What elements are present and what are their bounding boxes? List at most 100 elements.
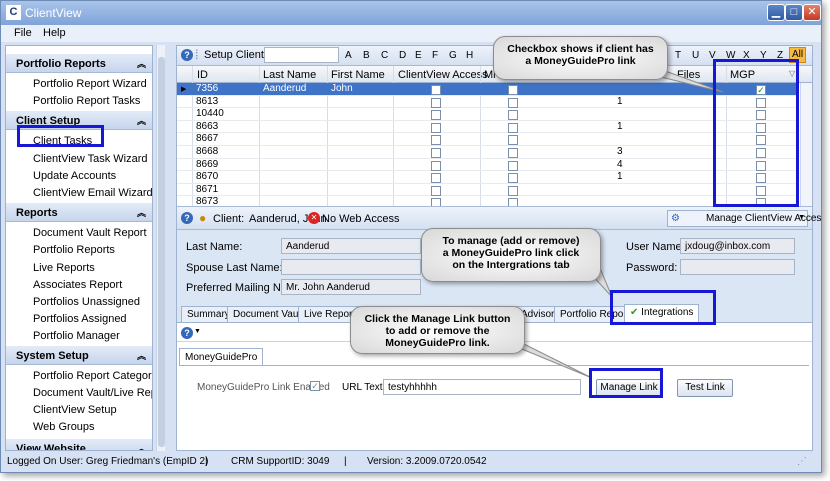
mi-checkbox[interactable] (508, 110, 518, 121)
mi-checkbox[interactable] (508, 160, 518, 171)
cell-files: 1 (617, 120, 623, 132)
sidebar-item-portfolio-report-tasks[interactable]: Portfolio Report Tasks (33, 95, 140, 107)
help-icon[interactable]: ? (181, 212, 193, 224)
table-row[interactable]: 8663 1 (177, 121, 799, 134)
sidebar-scrollbar[interactable] (156, 45, 165, 451)
mailing-field[interactable]: Mr. John Aanderud (281, 279, 421, 295)
sidebar-section-system-setup[interactable]: System Setup ︽ (6, 346, 152, 365)
clientview-access-checkbox[interactable] (431, 110, 441, 121)
no-access-icon: ✕ (308, 212, 320, 224)
table-row[interactable]: 8673 (177, 196, 799, 206)
clientview-access-checkbox[interactable] (431, 85, 441, 95)
mi-checkbox[interactable] (508, 122, 518, 133)
letter-t[interactable]: T (675, 50, 681, 61)
letter-b[interactable]: B (363, 50, 370, 61)
mi-checkbox[interactable] (508, 185, 518, 196)
sidebar-item-clientview-setup[interactable]: ClientView Setup (33, 404, 117, 416)
sidebar-item-portfolio-report-categories[interactable]: Portfolio Report Categories.. (33, 370, 152, 382)
sidebar-item-associates-report[interactable]: Associates Report (33, 279, 122, 291)
minimize-button[interactable]: ▁ (767, 4, 785, 21)
letter-c[interactable]: C (381, 50, 388, 61)
mi-checkbox[interactable] (508, 97, 518, 108)
menu-help[interactable]: Help (43, 27, 66, 39)
collapse-icon[interactable]: ︽ (137, 57, 146, 70)
spouse-field[interactable] (281, 259, 421, 275)
help-icon[interactable]: ? (181, 49, 193, 61)
col-files[interactable]: Files (677, 69, 700, 81)
sidebar-item-portfolio-manager[interactable]: Portfolio Manager (33, 330, 120, 342)
sidebar-item-clientview-task-wizard[interactable]: ClientView Task Wizard (33, 153, 148, 165)
sidebar-section-portfolio-reports[interactable]: Portfolio Reports ︽ (6, 54, 152, 73)
sidebar-section-view-website[interactable]: View Website ︽ (6, 439, 152, 450)
mi-checkbox[interactable] (508, 85, 518, 95)
clientview-access-checkbox[interactable] (431, 97, 441, 108)
collapse-icon[interactable]: ︽ (137, 442, 146, 450)
user-name-field[interactable]: jxdoug@inbox.com (680, 238, 795, 254)
collapse-icon[interactable]: ︽ (137, 349, 146, 362)
scroll-thumb[interactable] (158, 57, 165, 447)
clientview-access-checkbox[interactable] (431, 173, 441, 184)
search-input[interactable] (264, 47, 339, 63)
link-enabled-checkbox[interactable]: ✓ (310, 381, 320, 391)
letter-f[interactable]: F (432, 50, 438, 61)
menu-file[interactable]: File (14, 27, 32, 39)
table-row[interactable]: 8667 (177, 133, 799, 146)
chevron-down-icon[interactable]: ▼ (194, 328, 201, 335)
help-icon[interactable]: ? (181, 327, 193, 339)
manage-access-dropdown[interactable]: ⚙ Manage ClientView Access ▼ (667, 210, 821, 227)
test-link-button[interactable]: Test Link (677, 379, 733, 397)
mi-checkbox[interactable] (508, 198, 518, 206)
subtab-moneyguidepro[interactable]: MoneyGuidePro (179, 348, 264, 366)
table-row[interactable]: ▶ 7356 Aanderud John ✓ (177, 83, 799, 96)
web-access-status: No Web Access (322, 213, 400, 225)
letter-u[interactable]: U (692, 50, 699, 61)
table-row[interactable]: 8670 1 (177, 171, 799, 184)
table-row[interactable]: 8668 3 (177, 146, 799, 159)
sidebar-item-document-vault-live-report[interactable]: Document Vault/Live Report.. (33, 387, 152, 399)
mi-checkbox[interactable] (508, 173, 518, 184)
sidebar-item-live-reports[interactable]: Live Reports (33, 262, 95, 274)
status-divider: | (205, 456, 208, 467)
table-row[interactable]: 8669 4 (177, 159, 799, 172)
collapse-icon[interactable]: ︽ (137, 114, 146, 127)
clientview-access-checkbox[interactable] (431, 160, 441, 171)
url-input[interactable]: testyhhhhh (383, 379, 581, 395)
sidebar-item-update-accounts[interactable]: Update Accounts (33, 170, 116, 182)
cell-id: 8667 (196, 133, 219, 145)
clientview-access-checkbox[interactable] (431, 198, 441, 206)
clientview-access-checkbox[interactable] (431, 135, 441, 146)
col-id[interactable]: ID (197, 69, 208, 81)
grid-scrollbar[interactable] (800, 83, 812, 206)
password-field[interactable] (680, 259, 795, 275)
sidebar-item-web-groups[interactable]: Web Groups (33, 421, 95, 433)
cell-id: 8673 (196, 196, 219, 206)
mi-checkbox[interactable] (508, 135, 518, 146)
col-last-name[interactable]: Last Name (263, 69, 316, 81)
mi-checkbox[interactable] (508, 148, 518, 158)
last-name-field[interactable]: Aanderud (281, 238, 421, 254)
sidebar-section-reports[interactable]: Reports ︽ (6, 203, 152, 222)
table-row[interactable]: 8671 (177, 184, 799, 197)
sidebar-item-portfolios-assigned[interactable]: Portfolios Assigned (33, 313, 127, 325)
sidebar-item-clientview-email-wizard[interactable]: ClientView Email Wizard (33, 187, 152, 199)
letter-a[interactable]: A (345, 50, 352, 61)
sidebar-item-document-vault-report[interactable]: Document Vault Report (33, 227, 147, 239)
resize-grip-icon[interactable]: ⋰ (797, 456, 807, 467)
letter-h[interactable]: H (466, 50, 473, 61)
col-clientview-access[interactable]: ClientView Access (398, 69, 488, 81)
maximize-button[interactable]: □ (785, 4, 803, 21)
col-first-name[interactable]: First Name (331, 69, 385, 81)
sidebar-item-portfolios-unassigned[interactable]: Portfolios Unassigned (33, 296, 140, 308)
sidebar-item-portfolio-reports[interactable]: Portfolio Reports (33, 244, 115, 256)
clientview-access-checkbox[interactable] (431, 185, 441, 196)
table-row[interactable]: 8613 1 (177, 96, 799, 109)
clientview-access-checkbox[interactable] (431, 148, 441, 158)
collapse-icon[interactable]: ︽ (137, 206, 146, 219)
letter-g[interactable]: G (449, 50, 457, 61)
clientview-access-checkbox[interactable] (431, 122, 441, 133)
letter-e[interactable]: E (415, 50, 422, 61)
table-row[interactable]: 10440 (177, 108, 799, 121)
close-button[interactable]: ✕ (803, 4, 821, 21)
sidebar-item-portfolio-report-wizard[interactable]: Portfolio Report Wizard (33, 78, 147, 90)
letter-d[interactable]: D (399, 50, 406, 61)
